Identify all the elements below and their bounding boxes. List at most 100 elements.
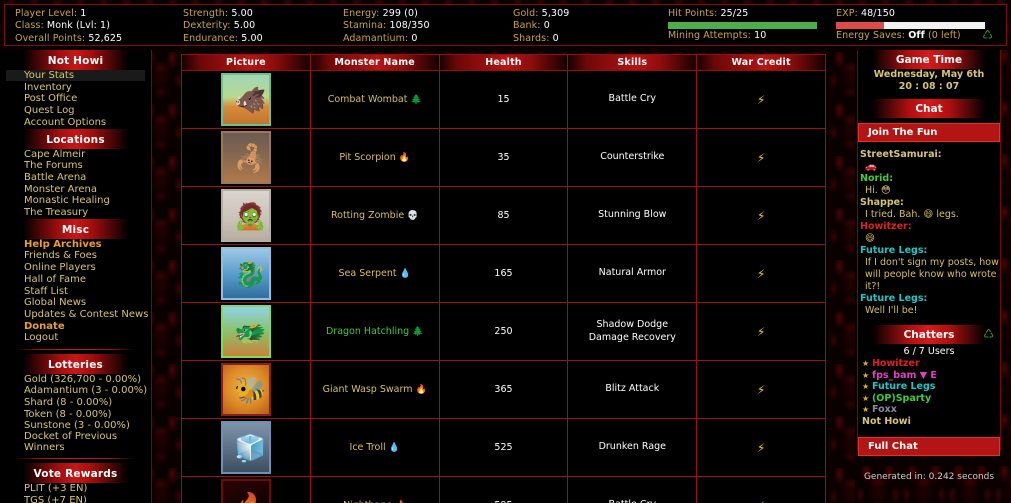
- sidebar-lottery-shard-8-0-00[interactable]: Shard (8 - 0.00%): [6, 397, 145, 408]
- chatters-refresh-icon[interactable]: ♺: [983, 327, 994, 341]
- join-the-fun-button[interactable]: Join The Fun: [858, 123, 1000, 142]
- lightning-bolt-icon[interactable]: ⚡: [757, 499, 765, 503]
- chatter-name[interactable]: (OP)Sparty: [872, 393, 931, 404]
- sidebar-location-the-forums[interactable]: The Forums: [6, 160, 145, 171]
- chat-username: Future Legs:: [860, 245, 928, 256]
- lightning-bolt-icon[interactable]: ⚡: [757, 151, 765, 165]
- chatter-name[interactable]: Howitzer: [872, 358, 920, 369]
- table-row[interactable]: 🦂 Pit Scorpion 🔥 35 Counterstrike ⚡: [181, 128, 826, 187]
- monster-name-cell[interactable]: Combat Wombat 🌲: [309, 70, 440, 129]
- monster-name-cell[interactable]: Giant Wasp Swarm 🔥: [309, 360, 440, 419]
- war-credit-cell[interactable]: ⚡: [696, 360, 826, 419]
- war-credit-cell[interactable]: ⚡: [696, 128, 826, 187]
- status-bar-inner: Player Level: 1 Class: Monk (Lvl: 1) Ove…: [4, 4, 1007, 46]
- sidebar-misc-online-players[interactable]: Online Players: [6, 262, 145, 273]
- monster-name-link[interactable]: Sea Serpent: [339, 268, 400, 279]
- chatter-not-howi[interactable]: Not Howi: [858, 416, 1000, 428]
- monster-figure-icon: 🔥: [234, 495, 266, 503]
- monster-name-cell[interactable]: Nightbane 🔥: [309, 476, 440, 503]
- monster-portrait-nightbane: 🔥: [220, 479, 271, 503]
- sidebar-misc-logout[interactable]: Logout: [6, 332, 145, 343]
- column-header-monster-name: Monster Name: [309, 54, 440, 71]
- monster-name-cell[interactable]: Dragon Hatchling 🌲: [309, 302, 440, 361]
- star-icon: ★: [862, 370, 872, 380]
- sidebar-misc-donate[interactable]: Donate: [6, 321, 145, 332]
- monster-name-cell[interactable]: Ice Troll 💧: [309, 418, 440, 477]
- table-row[interactable]: 🐗 Combat Wombat 🌲 15 Battle Cry ⚡: [181, 70, 826, 129]
- sidebar-lottery-adamantium-3-0-00[interactable]: Adamantium (3 - 0.00%): [6, 385, 147, 396]
- war-credit-cell[interactable]: ⚡: [696, 476, 826, 503]
- lightning-bolt-icon[interactable]: ⚡: [757, 209, 765, 223]
- monster-picture-cell: 🔥: [181, 476, 311, 503]
- sidebar-lottery-gold-326-700-0-00[interactable]: Gold (326,700 - 0.00%): [6, 374, 145, 385]
- sidebar-location-battle-arena[interactable]: Battle Arena: [6, 172, 145, 183]
- sidebar-lottery-sunstone-3-0-00[interactable]: Sunstone (3 - 0.00%): [6, 420, 145, 431]
- sidebar-misc-global-news[interactable]: Global News: [6, 297, 145, 308]
- monster-portrait-rotting-zombie: 🧟: [220, 189, 271, 242]
- chatter-future-legs[interactable]: ★ Future Legs: [858, 381, 1000, 393]
- generated-time: Generated in: 0.242 seconds: [863, 471, 995, 482]
- full-chat-button[interactable]: Full Chat: [858, 436, 1000, 456]
- sidebar-vote-2[interactable]: TGS (+7 EN): [6, 495, 145, 503]
- sidebar-misc-staff-list[interactable]: Staff List: [6, 286, 145, 297]
- monster-name-link[interactable]: Ice Troll: [350, 442, 389, 453]
- table-row[interactable]: 🧊 Ice Troll 💧 525 Drunken Rage ⚡: [181, 418, 826, 477]
- war-credit-cell[interactable]: ⚡: [696, 186, 826, 245]
- table-row[interactable]: 🐲 Dragon Hatchling 🌲 250 Shadow Dodge Damage…: [181, 302, 826, 361]
- war-credit-cell[interactable]: ⚡: [696, 70, 826, 129]
- chatter-fps-bam-e[interactable]: ★ fps_bam ▼ E: [858, 370, 1000, 382]
- lightning-bolt-icon[interactable]: ⚡: [757, 383, 765, 397]
- sidebar-location-cape-almeir[interactable]: Cape Almeir: [6, 149, 145, 160]
- sidebar-item-inventory[interactable]: Inventory: [6, 82, 145, 93]
- monster-name-cell[interactable]: Pit Scorpion 🔥: [309, 128, 440, 187]
- sidebar-vote-1[interactable]: PLIT (+3 EN): [6, 483, 145, 494]
- monster-name-link[interactable]: Dragon Hatchling: [326, 326, 412, 337]
- chatter-name[interactable]: Foxx: [872, 404, 897, 415]
- table-row[interactable]: 🐝 Giant Wasp Swarm 🔥 365 Blitz Attack ⚡: [181, 360, 826, 419]
- chatter-name[interactable]: fps_bam ▼ E: [872, 370, 937, 381]
- sidebar-lottery-docket-of-previous-winners[interactable]: Docket of Previous Winners: [6, 431, 145, 453]
- chatter-name[interactable]: Future Legs: [872, 381, 935, 392]
- table-row[interactable]: 🧟 Rotting Zombie 💀 85 Stunning Blow ⚡: [181, 186, 826, 245]
- monster-name-link[interactable]: Combat Wombat: [328, 94, 411, 105]
- lightning-bolt-icon[interactable]: ⚡: [757, 325, 765, 339]
- sidebar-location-the-treasury[interactable]: The Treasury: [6, 207, 145, 218]
- sidebar-misc-hall-of-fame[interactable]: Hall of Fame: [6, 274, 145, 285]
- sidebar-item-your-stats[interactable]: Your Stats: [6, 70, 145, 82]
- column-header-health: Health: [438, 54, 569, 71]
- monster-name-cell[interactable]: Rotting Zombie 💀: [309, 186, 440, 245]
- sidebar-misc-friends-foes[interactable]: Friends & Foes: [6, 250, 145, 261]
- sidebar-misc-updates-contest-news[interactable]: Updates & Contest News: [6, 309, 148, 320]
- monster-health-cell: 365: [438, 360, 569, 419]
- sidebar-location-monastic-healing[interactable]: Monastic Healing: [6, 195, 145, 206]
- war-credit-cell[interactable]: ⚡: [696, 418, 826, 477]
- monster-health-cell: 15: [438, 70, 569, 129]
- monster-name-link[interactable]: Giant Wasp Swarm: [323, 384, 416, 395]
- element-icon: 💀: [407, 211, 419, 221]
- chatter-op-sparty[interactable]: ★ (OP)Sparty: [858, 393, 1000, 405]
- table-row[interactable]: 🔥 Nightbane 🔥595Battle Cry ⚡: [181, 476, 826, 503]
- sidebar-location-monster-arena[interactable]: Monster Arena: [6, 184, 145, 195]
- sidebar-item-account-options[interactable]: Account Options: [6, 117, 145, 128]
- sidebar-lottery-token-8-0-00[interactable]: Token (8 - 0.00%): [6, 409, 145, 420]
- lightning-bolt-icon[interactable]: ⚡: [757, 93, 765, 107]
- monster-name-cell[interactable]: Sea Serpent 💧: [309, 244, 440, 303]
- chatter-howitzer[interactable]: ★ Howitzer: [858, 358, 1000, 370]
- war-credit-cell[interactable]: ⚡: [696, 302, 826, 361]
- stat-endurance: Endurance: 5.00: [183, 32, 263, 44]
- sidebar-heading-misc: Misc: [6, 218, 145, 239]
- lightning-bolt-icon[interactable]: ⚡: [757, 267, 765, 281]
- lightning-bolt-icon[interactable]: ⚡: [757, 441, 765, 455]
- sidebar-item-quest-log[interactable]: Quest Log: [6, 105, 145, 116]
- chatter-foxx[interactable]: ★ Foxx: [858, 404, 1000, 416]
- status-group-resources: Energy: 299 (0) Stamina: 108/350 Adamant…: [333, 5, 503, 45]
- sidebar-item-post-office[interactable]: Post Office: [6, 93, 145, 104]
- war-credit-cell[interactable]: ⚡: [696, 244, 826, 303]
- table-row[interactable]: 🐉 Sea Serpent 💧 165 Natural Armor ⚡: [181, 244, 826, 303]
- chatter-name[interactable]: Not Howi: [862, 416, 911, 427]
- sidebar-misc-help-archives[interactable]: Help Archives: [6, 239, 145, 250]
- monster-name-link[interactable]: Rotting Zombie: [331, 210, 407, 221]
- refresh-icon[interactable]: ♺: [982, 29, 993, 41]
- monster-name-link[interactable]: Pit Scorpion: [339, 152, 398, 163]
- skill-label: Blitz Attack: [605, 383, 660, 395]
